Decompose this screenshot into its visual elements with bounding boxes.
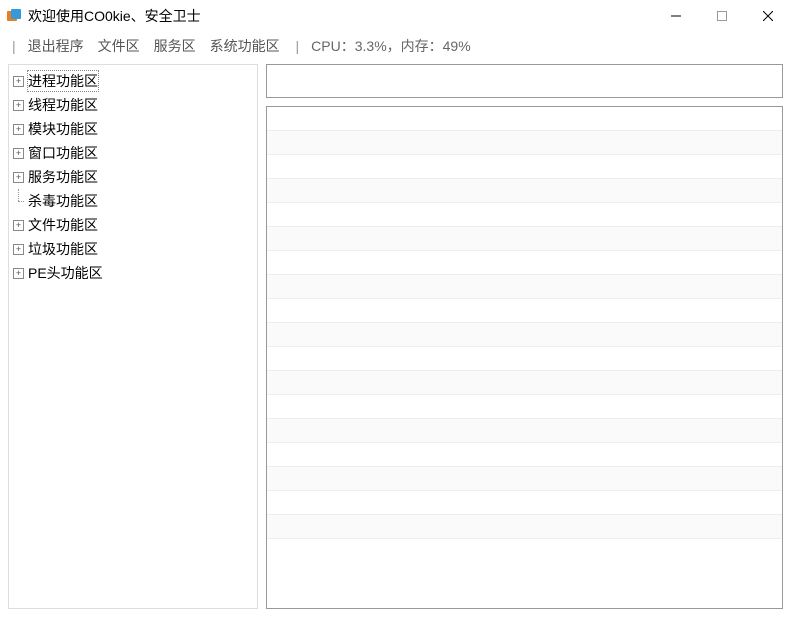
expand-icon[interactable]: + xyxy=(13,268,24,279)
minimize-button[interactable] xyxy=(653,0,699,32)
list-row[interactable] xyxy=(267,227,782,251)
menu-file-area[interactable]: 文件区 xyxy=(92,34,146,58)
status-text: CPU：3.3%，内存：49% xyxy=(311,36,471,56)
menu-service-area[interactable]: 服务区 xyxy=(148,34,202,58)
expand-icon[interactable]: + xyxy=(13,220,24,231)
tree-item-label: 进程功能区 xyxy=(28,71,98,91)
tree-item[interactable]: 杀毒功能区 xyxy=(11,189,255,213)
app-icon xyxy=(6,8,22,24)
detail-box[interactable] xyxy=(266,64,783,98)
tree-panel[interactable]: + 进程功能区 + 线程功能区 + 模块功能区 + 窗口功能区 + 服务功能区杀毒功能区 + 文件功能… xyxy=(8,64,258,609)
expand-icon[interactable]: + xyxy=(13,148,24,159)
tree-item-label: 垃圾功能区 xyxy=(28,239,98,259)
list-box[interactable] xyxy=(266,106,783,609)
list-row[interactable] xyxy=(267,323,782,347)
tree-item[interactable]: + 服务功能区 xyxy=(11,165,255,189)
list-row[interactable] xyxy=(267,467,782,491)
tree-item[interactable]: + PE头功能区 xyxy=(11,261,255,285)
list-row[interactable] xyxy=(267,251,782,275)
menu-exit[interactable]: 退出程序 xyxy=(22,34,90,58)
tree-item-label: 模块功能区 xyxy=(28,119,98,139)
tree-item-label: PE头功能区 xyxy=(28,263,103,283)
menubar: | 退出程序 文件区 服务区 系统功能区 | CPU：3.3%，内存：49% xyxy=(0,32,791,60)
list-row[interactable] xyxy=(267,155,782,179)
list-row[interactable] xyxy=(267,275,782,299)
list-row[interactable] xyxy=(267,515,782,539)
tree-item-label: 服务功能区 xyxy=(28,167,98,187)
expand-icon[interactable]: + xyxy=(13,100,24,111)
tree-item[interactable]: + 进程功能区 xyxy=(11,69,255,93)
tree-item[interactable]: + 模块功能区 xyxy=(11,117,255,141)
close-button[interactable] xyxy=(745,0,791,32)
list-row[interactable] xyxy=(267,179,782,203)
body-area: + 进程功能区 + 线程功能区 + 模块功能区 + 窗口功能区 + 服务功能区杀毒功能区 + 文件功能… xyxy=(0,60,791,617)
expand-icon[interactable]: + xyxy=(13,124,24,135)
tree-item-label: 窗口功能区 xyxy=(28,143,98,163)
maximize-button[interactable] xyxy=(699,0,745,32)
expand-icon[interactable]: + xyxy=(13,244,24,255)
list-row[interactable] xyxy=(267,203,782,227)
tree-item[interactable]: + 线程功能区 xyxy=(11,93,255,117)
tree-item-label: 杀毒功能区 xyxy=(28,191,98,211)
list-row[interactable] xyxy=(267,347,782,371)
menu-separator: | xyxy=(292,38,300,54)
tree-item-label: 文件功能区 xyxy=(28,215,98,235)
list-row[interactable] xyxy=(267,107,782,131)
list-row[interactable] xyxy=(267,491,782,515)
list-row[interactable] xyxy=(267,395,782,419)
list-row[interactable] xyxy=(267,419,782,443)
tree-item[interactable]: + 窗口功能区 xyxy=(11,141,255,165)
expand-icon[interactable]: + xyxy=(13,172,24,183)
list-row[interactable] xyxy=(267,371,782,395)
tree-branch-icon xyxy=(13,189,24,213)
list-row[interactable] xyxy=(267,131,782,155)
window-title: 欢迎使用CO0kie、安全卫士 xyxy=(28,6,653,26)
menu-separator: | xyxy=(12,38,16,54)
tree-item[interactable]: + 文件功能区 xyxy=(11,213,255,237)
window-controls xyxy=(653,0,791,32)
list-row[interactable] xyxy=(267,443,782,467)
tree-item[interactable]: + 垃圾功能区 xyxy=(11,237,255,261)
right-panel xyxy=(266,64,783,609)
titlebar: 欢迎使用CO0kie、安全卫士 xyxy=(0,0,791,32)
menu-system-area[interactable]: 系统功能区 xyxy=(204,34,286,58)
tree-item-label: 线程功能区 xyxy=(28,95,98,115)
expand-icon[interactable]: + xyxy=(13,76,24,87)
list-row[interactable] xyxy=(267,299,782,323)
